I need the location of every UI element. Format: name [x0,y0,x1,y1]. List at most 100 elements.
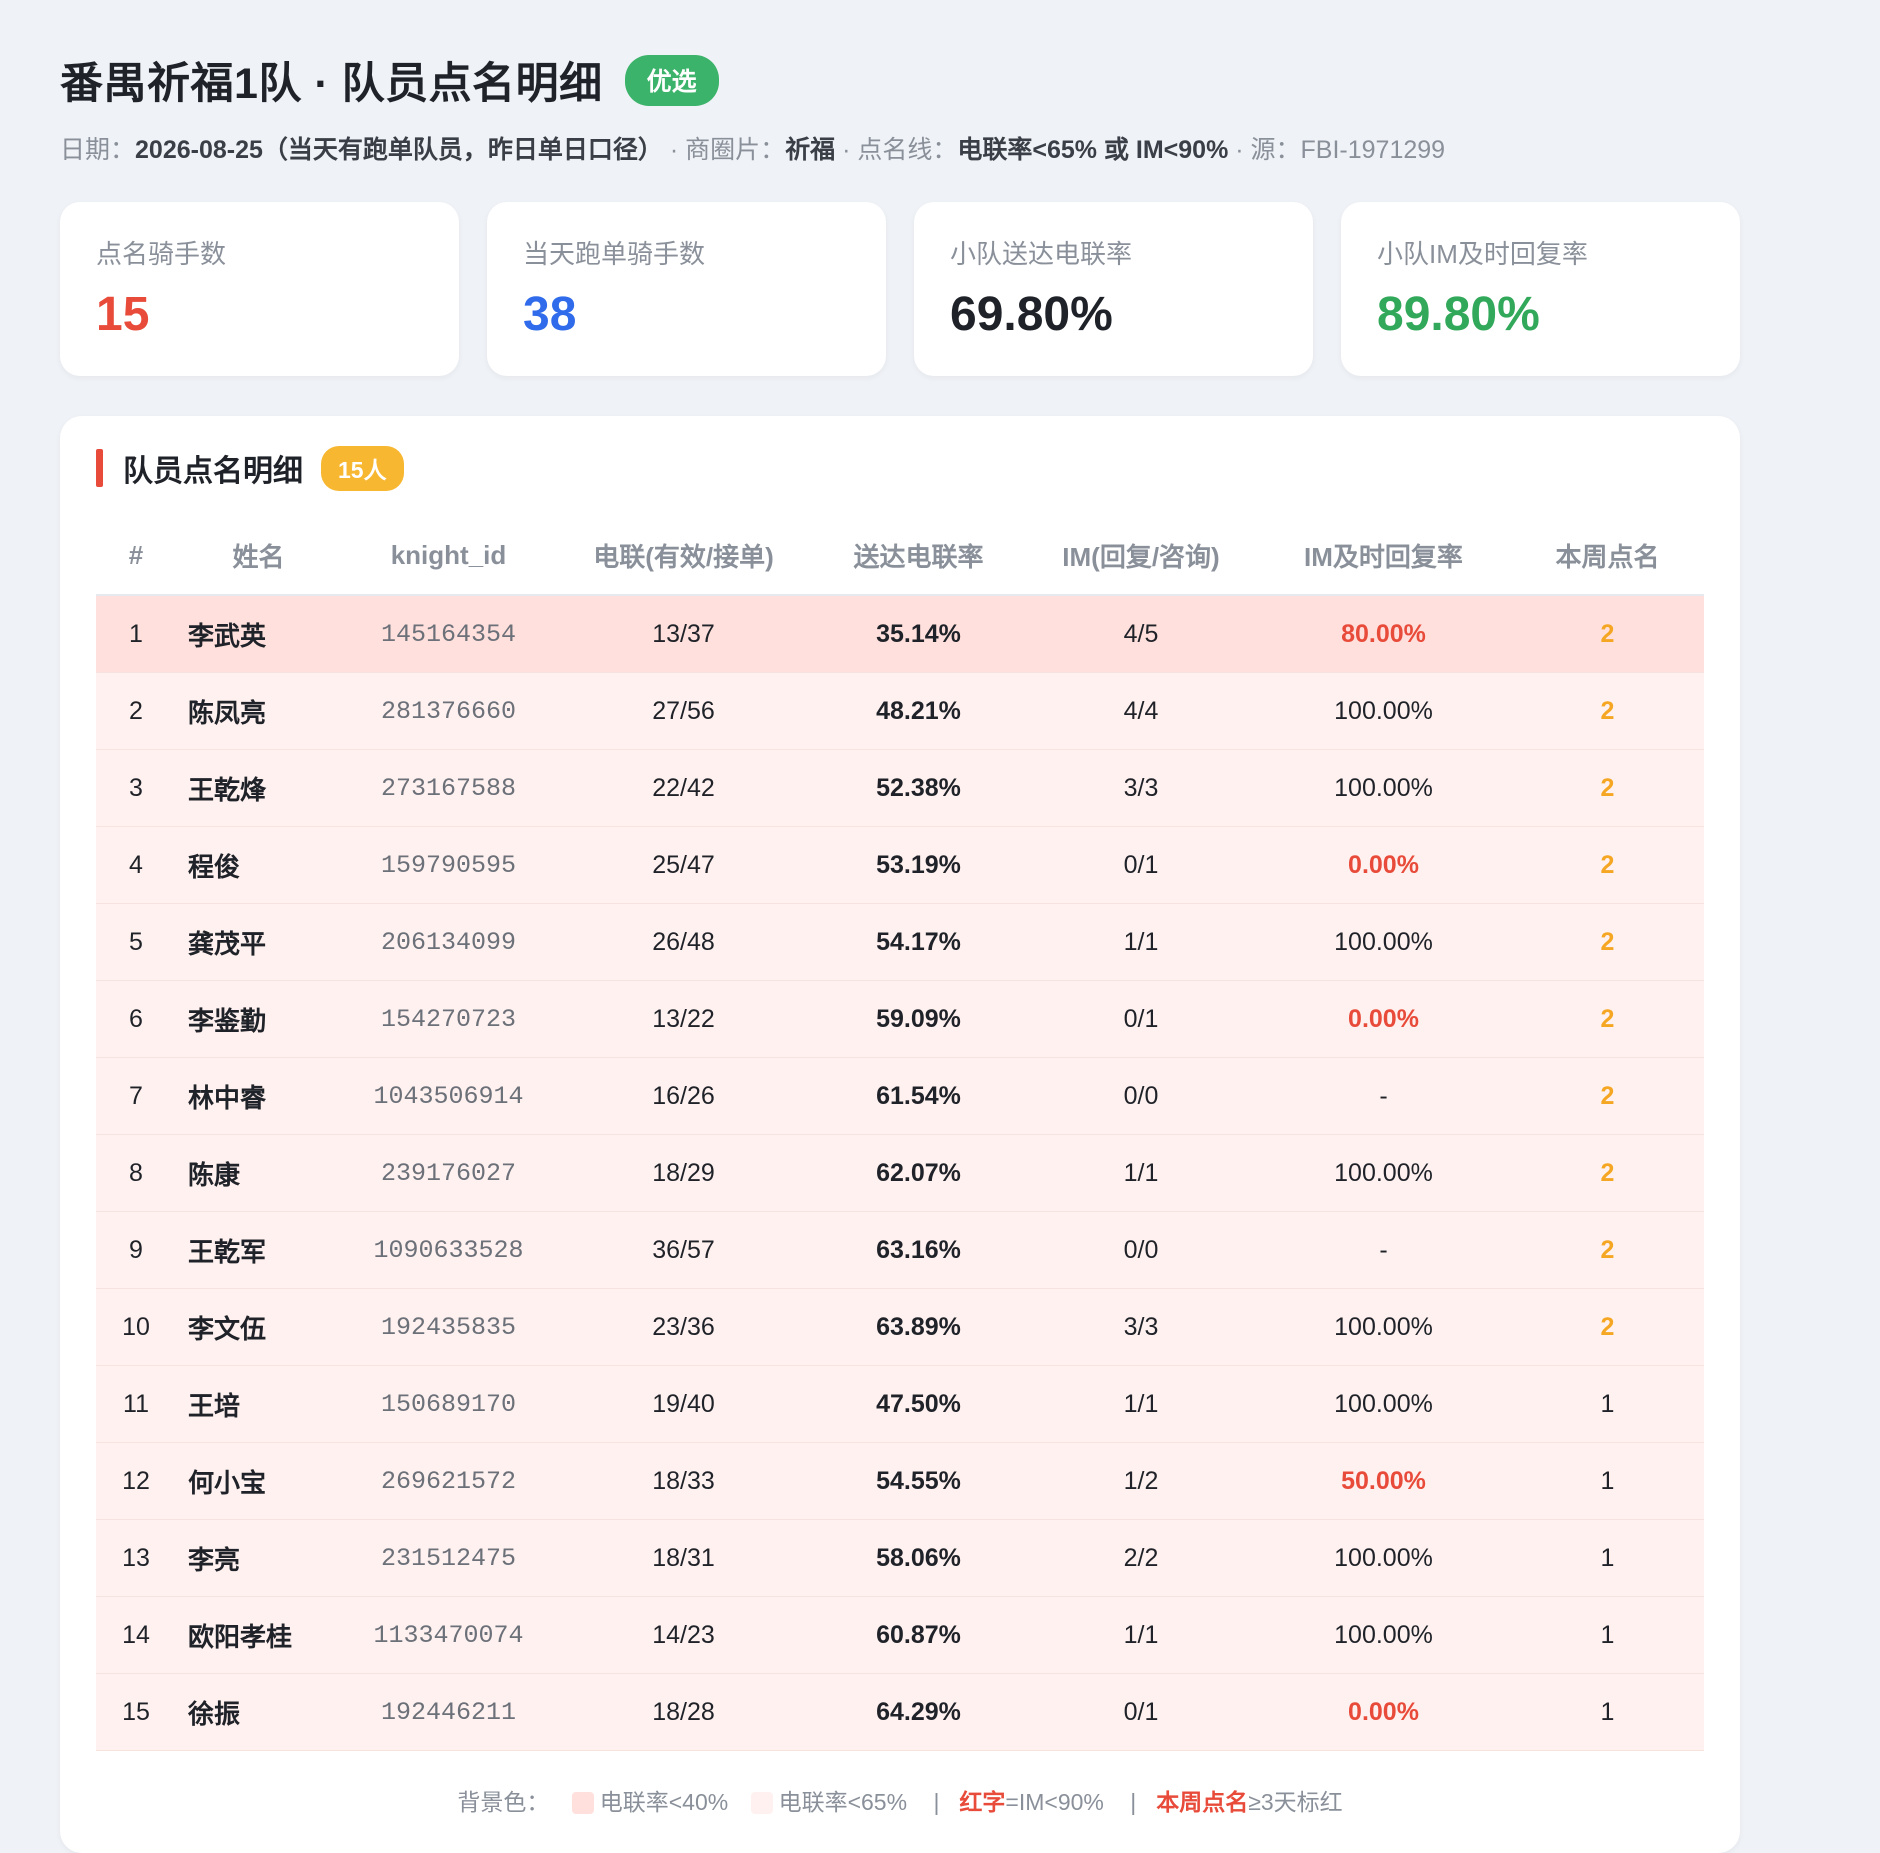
cell-im-rate: 100.00% [1256,903,1511,981]
table-row[interactable]: 7 林中睿 1043506914 16/26 61.54% 0/0-2 [96,1057,1704,1135]
table-row[interactable]: 1 李武英 145164354 13/37 35.14% 4/5 80.00% 2 [96,595,1704,673]
date-value: 2026-08-25（当天有跑单队员，昨日单日口径） [135,136,663,164]
cell-im: 1/1 [1026,1596,1256,1674]
cell-im: 4/4 [1026,672,1256,750]
cell-calls: 22/42 [556,749,811,827]
kpi-value: 38 [523,288,577,341]
cell-name: 龚茂平 [176,903,341,981]
cell-index: 14 [96,1596,176,1674]
cell-im-rate: 80.00% [1256,595,1511,673]
cell-im: 0/0 [1026,1211,1256,1289]
table-row[interactable]: 6 李鉴勤 154270723 13/22 59.09% 0/1 0.00% 2 [96,980,1704,1058]
table-row[interactable]: 5 龚茂平 206134099 26/48 54.17% 1/1 100.00% 2 [96,903,1704,981]
table-row[interactable]: 11 王培 150689170 19/40 47.50% 1/1 100.00% 1 [96,1365,1704,1443]
cell-calls: 18/31 [556,1519,811,1597]
cell-calls: 19/40 [556,1365,811,1443]
col-header-im-rate[interactable]: IM及时回复率 [1256,516,1511,596]
cell-name: 李亮 [176,1519,341,1597]
table-row[interactable]: 12 何小宝 269621572 18/33 54.55% 1/2 50.00% 1 [96,1442,1704,1520]
cell-knight-id: 154270723 [341,980,556,1058]
cell-week-count: 2 [1511,903,1704,981]
cell-im-rate: 100.00% [1256,1134,1511,1212]
legend-prefix: 背景色： [457,1789,550,1815]
cell-im-rate: - [1256,1057,1511,1135]
table-row[interactable]: 3 王乾烽 273167588 22/42 52.38% 3/3 100.00% 2 [96,749,1704,827]
cell-knight-id: 159790595 [341,826,556,904]
cell-call-rate: 53.19% [811,826,1026,904]
cell-index: 12 [96,1442,176,1520]
preferred-badge: 优选 [624,54,719,106]
col-header-index[interactable]: # [96,516,176,596]
cell-call-rate: 54.55% [811,1442,1026,1520]
cell-call-rate: 63.89% [811,1288,1026,1366]
cell-im: 3/3 [1026,1288,1256,1366]
table-row[interactable]: 9 王乾军 1090633528 36/57 63.16% 0/0-2 [96,1211,1704,1289]
cell-im: 0/1 [1026,1673,1256,1751]
legend-mid-label: 电联率<65% [778,1789,908,1815]
cell-call-rate: 61.54% [811,1057,1026,1135]
table-row[interactable]: 14 欧阳孝桂 1133470074 14/23 60.87% 1/1 100.00% 1 [96,1596,1704,1674]
col-header-week-count[interactable]: 本周点名 [1511,516,1704,596]
page: 番禺祈福1队 · 队员点名明细 优选 日期：2026-08-25（当天有跑单队员… [0,0,1880,1853]
cell-name: 陈凤亮 [176,672,341,750]
legend-swatch-low [571,1792,594,1814]
table-row[interactable]: 15 徐振 192446211 18/28 64.29% 0/1 0.00% 1 [96,1673,1704,1751]
cell-calls: 18/33 [556,1442,811,1520]
col-header-im[interactable]: IM(回复/咨询) [1026,516,1256,596]
table-row[interactable]: 4 程俊 159790595 25/47 53.19% 0/1 0.00% 2 [96,826,1704,904]
cell-knight-id: 239176027 [341,1134,556,1212]
section-accent-bar [96,449,103,487]
cell-call-rate: 35.14% [811,595,1026,673]
cell-name: 王乾军 [176,1211,341,1289]
cell-name: 李文伍 [176,1288,341,1366]
cell-call-rate: 64.29% [811,1673,1026,1751]
area-value: 祈福 [785,136,836,164]
cell-im: 4/5 [1026,595,1256,673]
table-row[interactable]: 10 李文伍 192435835 23/36 63.89% 3/3 100.00% 2 [96,1288,1704,1366]
cell-week-count: 2 [1511,826,1704,904]
cell-calls: 18/28 [556,1673,811,1751]
legend-week-word: 本周点名 [1156,1789,1249,1815]
kpi-cards: 点名骑手数 15 当天跑单骑手数 38 小队送达电联率 69.80% 小队IM及… [60,202,1740,376]
cell-im-rate: 100.00% [1256,1288,1511,1366]
table-row[interactable]: 2 陈凤亮 281376660 27/56 48.21% 4/4 100.00% 2 [96,672,1704,750]
col-header-knight-id[interactable]: knight_id [341,516,556,596]
legend-separator: | [1130,1789,1137,1815]
line-value: 电联率<65% 或 IM<90% [957,136,1229,164]
cell-name: 何小宝 [176,1442,341,1520]
table-header-row: # 姓名 knight_id 电联(有效/接单) 送达电联率 IM(回复/咨询)… [96,516,1704,596]
cell-name: 王培 [176,1365,341,1443]
legend-week-rest: ≥3天标红 [1248,1789,1343,1815]
page-title: 番禺祈福1队 · 队员点名明细 [60,60,603,108]
cell-index: 4 [96,826,176,904]
cell-call-rate: 47.50% [811,1365,1026,1443]
cell-im: 1/2 [1026,1442,1256,1520]
cell-index: 1 [96,595,176,673]
cell-knight-id: 1133470074 [341,1596,556,1674]
col-header-name[interactable]: 姓名 [176,516,341,596]
cell-im: 1/1 [1026,903,1256,981]
cell-knight-id: 192435835 [341,1288,556,1366]
source-text: · 源：FBI-1971299 [1228,136,1446,164]
detail-card: 队员点名明细 15人 # 姓名 knight_id 电联(有效/接单) 送达电联… [60,416,1740,1853]
cell-week-count: 1 [1511,1442,1704,1520]
cell-week-count: 1 [1511,1596,1704,1674]
legend-low-label: 电联率<40% [599,1789,729,1815]
cell-week-count: 1 [1511,1365,1704,1443]
cell-call-rate: 63.16% [811,1211,1026,1289]
cell-calls: 27/56 [556,672,811,750]
cell-week-count: 2 [1511,672,1704,750]
col-header-call-rate[interactable]: 送达电联率 [811,516,1026,596]
subtitle: 日期：2026-08-25（当天有跑单队员，昨日单日口径） · 商圈片：祈福 ·… [60,130,1820,166]
cell-im-rate: 100.00% [1256,1596,1511,1674]
table-row[interactable]: 8 陈康 239176027 18/29 62.07% 1/1 100.00% 2 [96,1134,1704,1212]
cell-name: 徐振 [176,1673,341,1751]
legend: 背景色： 电联率<40% 电联率<65% | 红字=IM<90% | 本周点名≥3天… [96,1783,1704,1817]
cell-im-rate: 0.00% [1256,980,1511,1058]
cell-index: 5 [96,903,176,981]
cell-name: 李鉴勤 [176,980,341,1058]
col-header-calls[interactable]: 电联(有效/接单) [556,516,811,596]
cell-week-count: 2 [1511,980,1704,1058]
table-row[interactable]: 13 李亮 231512475 18/31 58.06% 2/2 100.00% 1 [96,1519,1704,1597]
cell-index: 9 [96,1211,176,1289]
